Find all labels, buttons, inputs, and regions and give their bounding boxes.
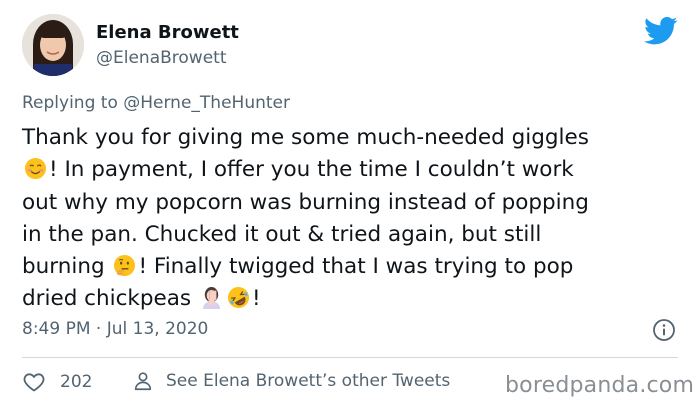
person-icon	[134, 372, 152, 391]
like-count: 202	[60, 372, 93, 392]
author-block[interactable]: Elena Browett @ElenaBrowett	[96, 22, 239, 69]
see-other-tweets-link[interactable]: See Elena Browett’s other Tweets	[132, 370, 450, 392]
twitter-bird-icon[interactable]	[644, 16, 678, 46]
tweet-line: in the pan. Chucked it out & tried again…	[22, 219, 682, 251]
woman-facepalming-emoji-icon	[200, 286, 223, 310]
tweet-line: burning ! Finally twigged that I was try…	[22, 251, 682, 283]
tweet-line-text-before: dried chickpeas	[22, 286, 198, 312]
tweet-line: dried chickpeas !	[22, 283, 682, 315]
thinking-face-emoji-icon	[113, 254, 136, 277]
like-button[interactable]: 202	[22, 370, 92, 394]
divider	[22, 357, 678, 358]
tweet-body: Thank you for giving me some much-needed…	[22, 122, 682, 316]
tweet-line: ! In payment, I offer you the time I cou…	[22, 154, 682, 186]
rolling-on-floor-laughing-emoji-icon	[227, 286, 250, 309]
reply-mention-link[interactable]: @Herne_TheHunter	[123, 93, 290, 113]
author-avatar[interactable]	[22, 14, 84, 76]
heart-icon	[23, 373, 45, 392]
smiling-face-with-heart-eyes-emoji-icon	[24, 157, 47, 180]
tweet-line-text: ! In payment, I offer you the time I cou…	[49, 157, 574, 183]
tweet-line-text-before: burning	[22, 254, 112, 280]
tweet-line-text: out why my popcorn was burning instead o…	[22, 189, 589, 215]
author-display-name[interactable]: Elena Browett	[96, 22, 239, 44]
tweet-line-text: ! Finally twigged that I was trying to p…	[138, 254, 574, 280]
info-icon[interactable]	[652, 318, 676, 342]
watermark: boredpanda.com	[505, 373, 695, 398]
tweet-line: Thank you for giving me some much-needed…	[22, 122, 682, 154]
tweet-timestamp[interactable]: 8:49 PM · Jul 13, 2020	[22, 318, 208, 340]
tweet-line-text: !	[251, 286, 261, 312]
see-other-tweets-label: See Elena Browett’s other Tweets	[166, 371, 451, 391]
tweet-line-text: Thank you for giving me some much-needed…	[22, 125, 589, 150]
replying-to-line: Replying to @Herne_TheHunter	[22, 92, 290, 114]
replying-prefix: Replying to	[22, 93, 124, 113]
tweet-line-text: in the pan. Chucked it out & tried again…	[22, 221, 542, 247]
tweet-card: Elena Browett @ElenaBrowett Replying to …	[0, 0, 700, 410]
author-handle[interactable]: @ElenaBrowett	[96, 47, 239, 69]
tweet-line: out why my popcorn was burning instead o…	[22, 187, 682, 219]
